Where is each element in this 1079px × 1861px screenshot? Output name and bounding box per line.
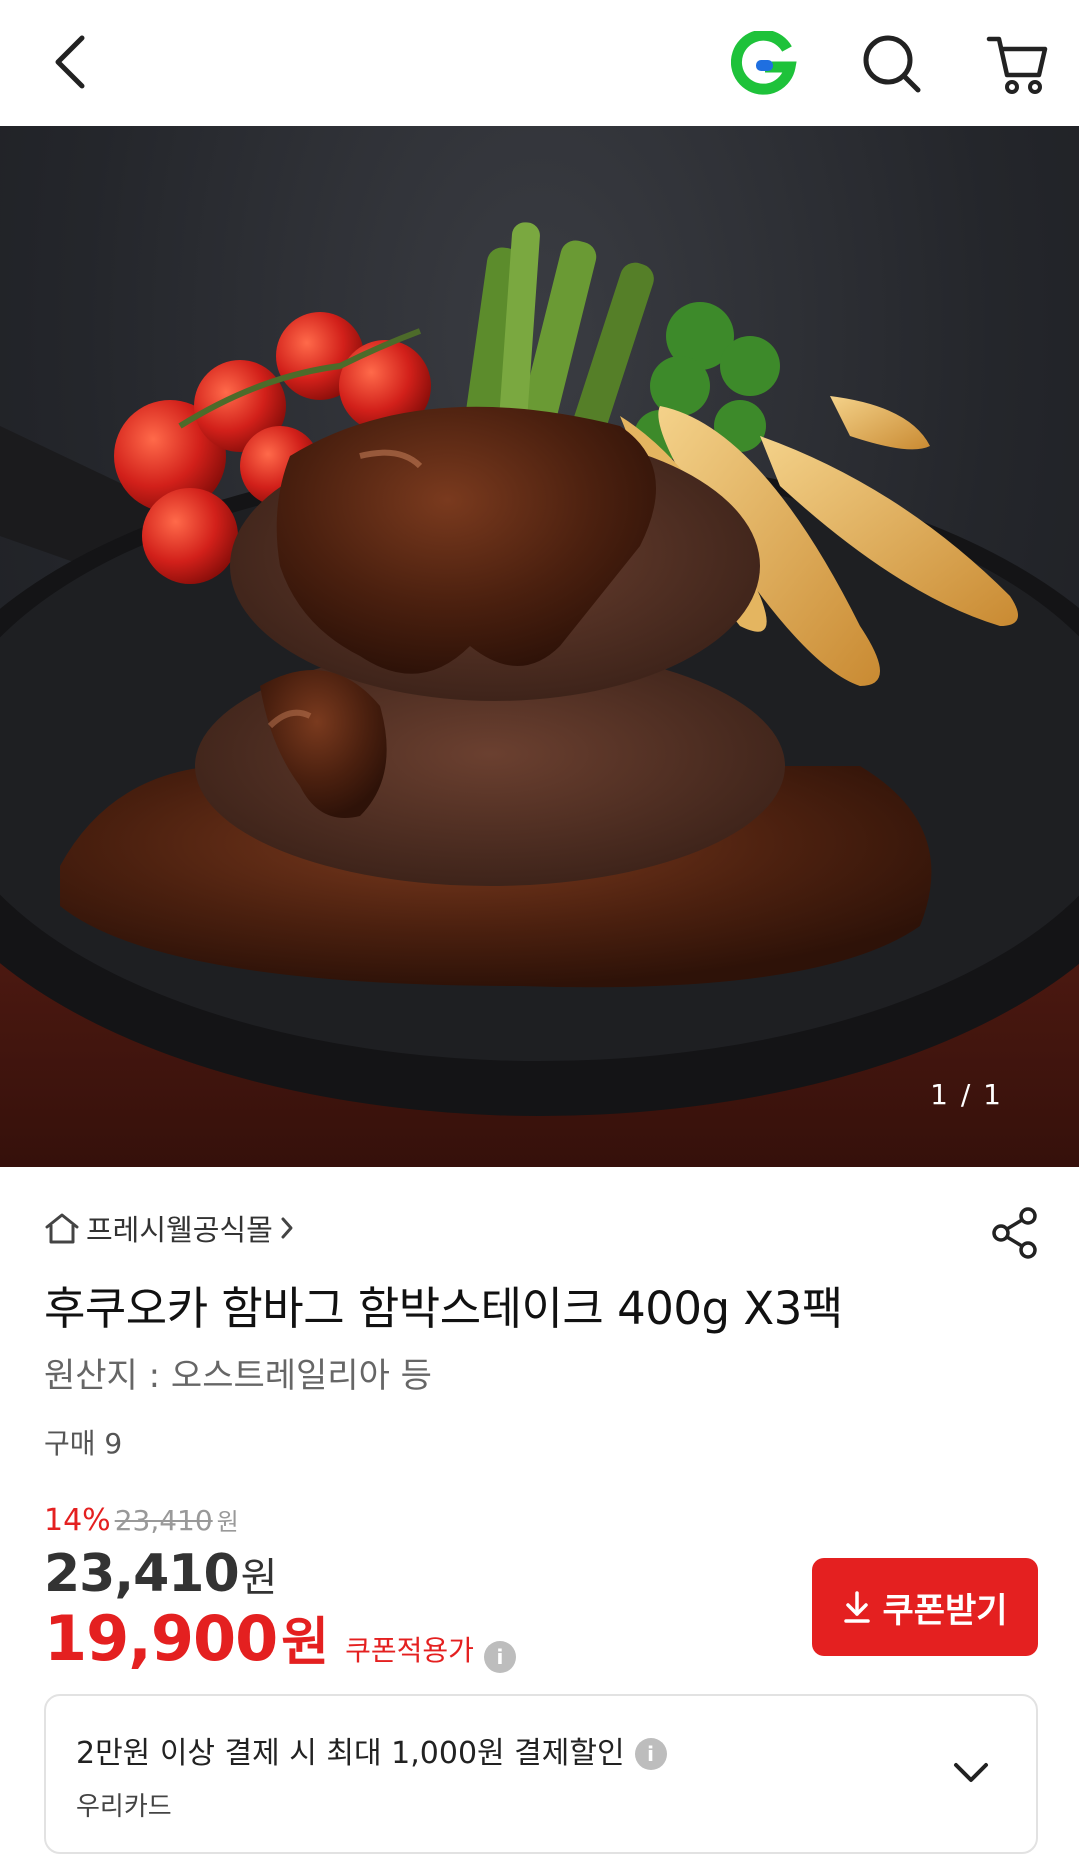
gmarket-logo-icon bbox=[731, 31, 797, 95]
search-button[interactable] bbox=[856, 28, 928, 100]
cart-icon bbox=[986, 36, 1048, 94]
card-discount-text: 2만원 이상 결제 시 최대 1,000원 결제할인 bbox=[76, 1736, 625, 1771]
hamburg-steak-photo bbox=[0, 222, 1079, 1167]
info-icon[interactable]: i bbox=[483, 1641, 516, 1673]
get-coupon-button[interactable]: 쿠폰받기 bbox=[812, 1558, 1038, 1656]
card-name: 우리카드 bbox=[76, 1792, 172, 1822]
coupon-price-label: 쿠폰적용가 bbox=[345, 1634, 474, 1667]
original-price-unit: 원 bbox=[216, 1508, 239, 1536]
card-discount-banner[interactable]: 2만원 이상 결제 시 최대 1,000원 결제할인 i 우리카드 bbox=[44, 1694, 1038, 1854]
discount-rate: 14% bbox=[44, 1503, 111, 1538]
card-discount-title: 2만원 이상 결제 시 최대 1,000원 결제할인 i bbox=[76, 1728, 667, 1772]
back-button[interactable] bbox=[36, 28, 104, 96]
sale-price-unit: 원 bbox=[240, 1555, 278, 1601]
share-button[interactable] bbox=[990, 1206, 1040, 1260]
purchase-count: 구매 9 bbox=[44, 1427, 123, 1460]
sale-price-value: 23,410 bbox=[44, 1544, 240, 1604]
store-link[interactable]: 프레시웰공식몰 bbox=[44, 1207, 295, 1249]
discount-row: 14% 23,410 원 bbox=[44, 1502, 239, 1538]
search-icon bbox=[863, 35, 921, 93]
download-icon bbox=[844, 1591, 871, 1623]
store-name: 프레시웰공식몰 bbox=[86, 1213, 273, 1247]
home-icon bbox=[45, 1213, 79, 1244]
top-bar bbox=[0, 0, 1079, 126]
image-counter: 1 / 1 bbox=[930, 1078, 1003, 1111]
product-title: 후쿠오카 함바그 함박스테이크 400g X3팩 bbox=[44, 1282, 843, 1335]
g-logo[interactable] bbox=[728, 28, 800, 100]
cart-button[interactable] bbox=[980, 26, 1056, 102]
product-image[interactable]: 1 / 1 bbox=[0, 126, 1079, 1167]
chevron-down-icon[interactable] bbox=[946, 1748, 996, 1798]
coupon-price: 19,900 원 쿠폰적용가 i bbox=[44, 1600, 516, 1675]
coupon-price-unit: 원 bbox=[281, 1613, 330, 1673]
info-icon[interactable]: i bbox=[634, 1738, 667, 1770]
sale-price: 23,410 원 bbox=[44, 1544, 277, 1604]
original-price: 23,410 bbox=[114, 1504, 213, 1537]
coupon-price-value: 19,900 bbox=[44, 1602, 278, 1675]
product-origin: 원산지 : 오스트레일리아 등 bbox=[44, 1356, 432, 1396]
get-coupon-label: 쿠폰받기 bbox=[882, 1590, 1008, 1631]
chevron-right-icon bbox=[281, 1217, 293, 1239]
chevron-left-icon bbox=[55, 35, 85, 89]
share-icon bbox=[992, 1207, 1037, 1259]
